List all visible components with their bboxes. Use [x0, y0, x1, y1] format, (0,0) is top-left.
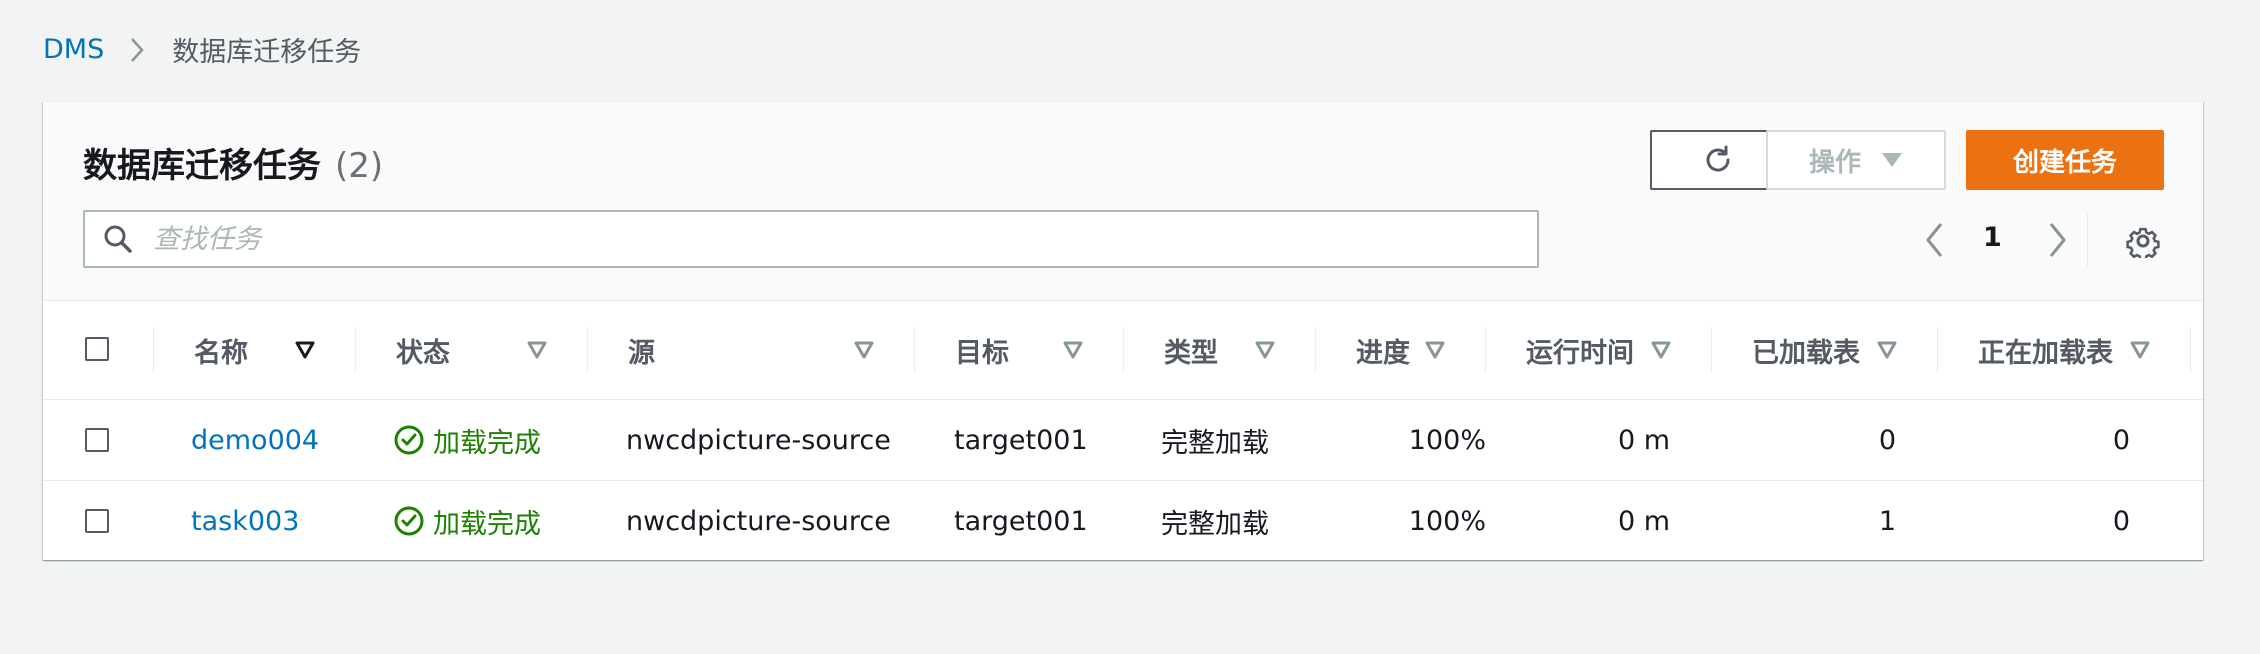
column-header-progress[interactable]: 进度 [1356, 301, 1410, 399]
sort-icon[interactable] [1063, 341, 1083, 363]
tables-loaded-cell: 0 [1878, 424, 1896, 456]
elapsed-cell: 0 m [1617, 505, 1670, 537]
page-title: 数据库迁移任务 (2) [83, 138, 383, 187]
task-name-link[interactable]: demo004 [191, 400, 319, 480]
panel-header: 数据库迁移任务 (2) 操作 创建任务 1 [43, 102, 2203, 301]
target-cell: target001 [954, 424, 1088, 456]
title-text: 数据库迁移任务 [83, 146, 321, 186]
column-divider [1123, 327, 1124, 373]
next-page-icon[interactable] [2045, 220, 2069, 264]
caret-down-icon [1881, 152, 1903, 168]
sort-descending-icon[interactable] [295, 341, 315, 363]
sort-icon[interactable] [1425, 341, 1445, 363]
status-text: 加载完成 [433, 427, 541, 459]
table-row[interactable]: task003 加载完成 nwcdpicture-source target00… [43, 481, 2203, 561]
row-checkbox[interactable] [85, 428, 109, 452]
column-divider [153, 327, 154, 373]
status-cell: 加载完成 [393, 400, 541, 480]
table-row[interactable]: demo004 加载完成 nwcdpicture-source target00… [43, 400, 2203, 481]
task-name-link[interactable]: task003 [191, 481, 299, 561]
column-header-loaded[interactable]: 已加载表 [1752, 301, 1860, 399]
column-divider [587, 327, 588, 373]
column-divider [1711, 327, 1712, 373]
source-cell: nwcdpicture-source [626, 424, 891, 456]
search-icon [103, 224, 133, 254]
type-cell: 完整加载 [1161, 508, 1269, 540]
row-checkbox[interactable] [85, 509, 109, 533]
gear-icon[interactable] [2126, 224, 2160, 262]
sort-icon[interactable] [1877, 341, 1897, 363]
breadcrumb-dms-link[interactable]: DMS [43, 34, 104, 65]
column-divider [355, 327, 356, 373]
select-all-checkbox[interactable] [85, 337, 109, 361]
chevron-right-icon [130, 37, 144, 63]
tasks-panel: 数据库迁移任务 (2) 操作 创建任务 1 [43, 101, 2203, 560]
sort-icon[interactable] [854, 341, 874, 363]
sort-icon[interactable] [1651, 341, 1671, 363]
column-divider [1315, 327, 1316, 373]
status-text: 加载完成 [433, 508, 541, 540]
search-field[interactable] [83, 210, 1539, 268]
search-input[interactable] [151, 222, 1537, 256]
column-header-elapsed[interactable]: 运行时间 [1526, 301, 1634, 399]
current-page-number[interactable]: 1 [1983, 222, 2002, 253]
status-cell: 加载完成 [393, 481, 541, 561]
column-header-loading[interactable]: 正在加载表 [1978, 301, 2113, 399]
sort-icon[interactable] [527, 341, 547, 363]
breadcrumb: DMS 数据库迁移任务 [43, 30, 361, 69]
previous-page-icon[interactable] [1923, 220, 1947, 264]
create-task-button[interactable]: 创建任务 [1966, 130, 2164, 190]
tables-loading-cell: 0 [2112, 505, 2130, 537]
refresh-icon [1701, 143, 1735, 177]
progress-cell: 100% [1408, 424, 1486, 456]
task-count: (2) [335, 146, 384, 186]
table-header: 名称 状态 源 目标 类型 进度 运行时间 已加载表 正在加载表 [43, 301, 2203, 400]
actions-dropdown[interactable]: 操作 [1766, 130, 1946, 190]
type-cell: 完整加载 [1161, 427, 1269, 459]
column-header-name[interactable]: 名称 [194, 301, 248, 399]
sort-icon[interactable] [1255, 341, 1275, 363]
sort-icon[interactable] [2130, 341, 2150, 363]
actions-label: 操作 [1808, 147, 1861, 178]
progress-cell: 100% [1408, 505, 1486, 537]
target-cell: target001 [954, 505, 1088, 537]
column-divider [1937, 327, 1938, 373]
column-divider [2190, 327, 2191, 373]
column-divider [914, 327, 915, 373]
pager-divider [2087, 212, 2088, 268]
column-header-status[interactable]: 状态 [396, 301, 450, 399]
column-header-target[interactable]: 目标 [955, 301, 1009, 399]
source-cell: nwcdpicture-source [626, 505, 891, 537]
column-header-source[interactable]: 源 [628, 301, 655, 399]
column-divider [1485, 327, 1486, 373]
column-header-type[interactable]: 类型 [1164, 301, 1218, 399]
tables-loaded-cell: 1 [1878, 505, 1896, 537]
elapsed-cell: 0 m [1617, 424, 1670, 456]
tables-loading-cell: 0 [2112, 424, 2130, 456]
check-circle-icon [393, 424, 425, 456]
breadcrumb-current: 数据库迁移任务 [172, 37, 362, 68]
check-circle-icon [393, 505, 425, 537]
